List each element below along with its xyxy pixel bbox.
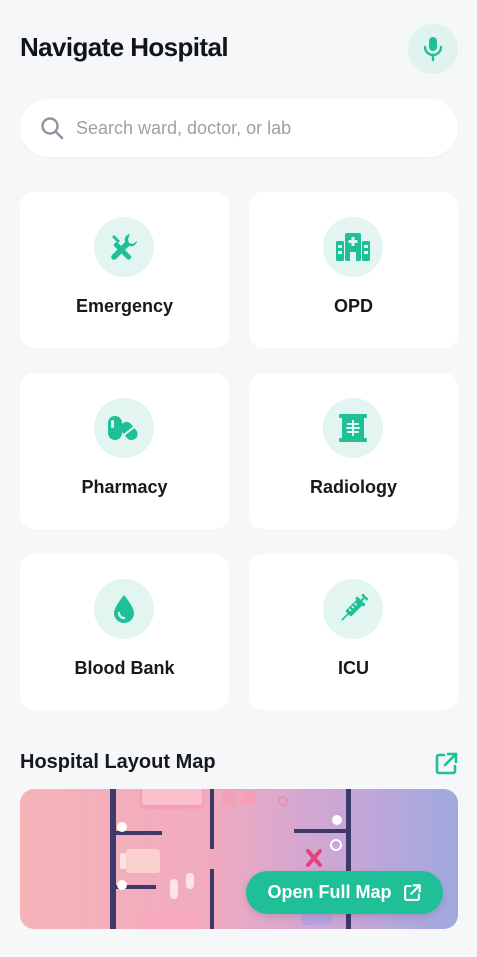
tools-icon (111, 234, 137, 260)
search-input[interactable] (76, 117, 416, 139)
open-full-map-label: Open Full Map (267, 882, 392, 902)
department-card-icu[interactable]: ICU (249, 554, 458, 710)
department-label: Radiology (309, 477, 397, 497)
microphone-button[interactable] (408, 24, 458, 74)
map-section-title: Hospital Layout Map (20, 751, 216, 773)
department-card-opd[interactable]: OPD (249, 192, 458, 348)
department-icon-circle (94, 579, 154, 639)
department-label: Emergency (75, 296, 174, 316)
department-icon-circle (323, 217, 383, 277)
header: Navigate Hospital (20, 22, 458, 74)
external-link-icon (403, 883, 421, 901)
page-title: Navigate Hospital (20, 32, 229, 62)
department-card-radiology[interactable]: Radiology (249, 373, 458, 529)
department-label: Blood Bank (74, 658, 175, 678)
syringe-icon (341, 593, 369, 621)
department-label: OPD (333, 296, 373, 316)
department-label: ICU (338, 658, 369, 678)
department-label: Pharmacy (81, 477, 168, 497)
department-icon-circle (323, 579, 383, 639)
microphone-icon (423, 37, 443, 62)
department-card-emergency[interactable]: Emergency (20, 192, 229, 348)
blood-drop-icon (114, 595, 134, 623)
external-link-icon[interactable] (433, 751, 459, 777)
x-ray-icon (339, 414, 367, 442)
department-icon-circle (323, 398, 383, 458)
search-icon (41, 117, 64, 140)
department-icon-circle (94, 398, 154, 458)
hospital-building-icon (336, 233, 370, 261)
open-full-map-button[interactable]: Open Full Map (246, 871, 443, 914)
department-card-pharmacy[interactable]: Pharmacy (20, 373, 229, 529)
pills-icon (108, 416, 138, 441)
department-icon-circle (94, 217, 154, 277)
search-bar[interactable] (20, 99, 458, 157)
department-card-blood-bank[interactable]: Blood Bank (20, 554, 229, 710)
